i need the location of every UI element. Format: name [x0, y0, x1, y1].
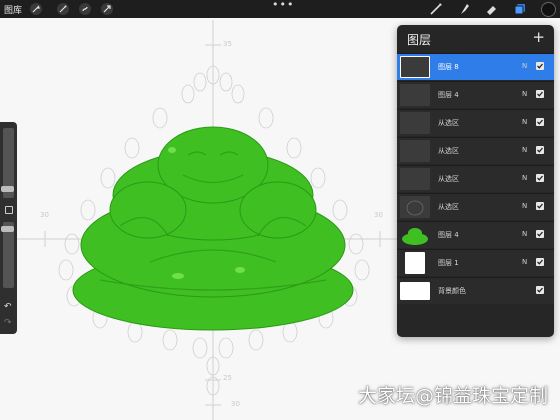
layer-thumbnail: [400, 196, 430, 218]
magic-wand-icon[interactable]: [57, 3, 69, 15]
layer-name: 从选区: [438, 147, 459, 155]
guide-label-left: 30: [40, 211, 49, 219]
gallery-button[interactable]: 图库: [4, 3, 22, 16]
layer-thumbnail: [400, 224, 430, 246]
blend-mode-button[interactable]: N: [522, 258, 527, 266]
layer-row[interactable]: 从选区 N: [397, 193, 554, 220]
layer-row[interactable]: 从选区 N: [397, 165, 554, 192]
blend-mode-button[interactable]: N: [522, 202, 527, 210]
visibility-checkbox[interactable]: [536, 118, 544, 126]
layers-panel-title: 图层: [407, 33, 432, 47]
layer-name: 图层 4: [438, 231, 459, 239]
visibility-checkbox[interactable]: [536, 230, 544, 238]
visibility-checkbox[interactable]: [536, 202, 544, 210]
layer-thumbnail: [400, 168, 430, 190]
blend-mode-button[interactable]: N: [522, 118, 527, 126]
watermark: 大家坛@锦益珠宝定制: [357, 385, 548, 407]
layer-row[interactable]: 图层 4 N: [397, 221, 554, 248]
brush-icon[interactable]: [428, 1, 444, 17]
layer-name: 图层 1: [438, 259, 459, 267]
left-sidebar: ↶ ↷: [0, 122, 17, 334]
layer-name: 从选区: [438, 175, 459, 183]
guide-label-right: 30: [374, 211, 383, 219]
layer-thumbnail: [400, 84, 430, 106]
blend-mode-button[interactable]: N: [522, 230, 527, 238]
undo-button[interactable]: ↶: [4, 302, 12, 312]
blend-mode-button[interactable]: N: [522, 146, 527, 154]
layer-name: 从选区: [438, 119, 459, 127]
layer-thumbnail: [400, 112, 430, 134]
visibility-checkbox[interactable]: [536, 174, 544, 182]
blend-mode-button[interactable]: N: [522, 174, 527, 182]
guide-label-top: 35: [223, 40, 232, 48]
opacity-slider[interactable]: [1, 222, 14, 288]
top-toolbar: 图库 •••: [0, 0, 560, 18]
layer-name: 图层 4: [438, 91, 459, 99]
layer-row[interactable]: 从选区 N: [397, 137, 554, 164]
smudge-icon[interactable]: [456, 1, 472, 17]
opacity-thumb[interactable]: [1, 226, 14, 232]
guide-label-bottom: 30: [231, 400, 240, 408]
modify-button[interactable]: [5, 206, 13, 214]
wrench-icon[interactable]: [30, 3, 42, 15]
more-menu-button[interactable]: •••: [272, 0, 294, 11]
color-picker-button[interactable]: [541, 2, 556, 17]
blend-mode-button[interactable]: N: [522, 62, 527, 70]
background-color-row[interactable]: 背景颜色: [397, 277, 554, 304]
layer-name: 图层 8: [438, 63, 459, 71]
layers-panel: 图层 + 图层 8 N 图层 4 N 从选区 N 从选区 N 从选区 N 从选区…: [397, 25, 554, 337]
visibility-checkbox[interactable]: [536, 258, 544, 266]
guide-label-bottom-inner: 25: [223, 374, 232, 382]
redo-button[interactable]: ↷: [4, 318, 12, 328]
layer-name: 背景颜色: [438, 287, 466, 295]
layer-row[interactable]: 从选区 N: [397, 109, 554, 136]
transform-icon[interactable]: [101, 3, 113, 15]
selection-icon[interactable]: [79, 3, 91, 15]
layer-name: 从选区: [438, 203, 459, 211]
layer-thumbnail: [400, 140, 430, 162]
add-layer-button[interactable]: +: [532, 28, 545, 46]
visibility-checkbox[interactable]: [536, 286, 544, 294]
brush-size-slider[interactable]: [1, 128, 14, 198]
brush-size-thumb[interactable]: [1, 186, 14, 192]
layers-icon[interactable]: [512, 1, 528, 17]
visibility-checkbox[interactable]: [536, 90, 544, 98]
layer-row[interactable]: 图层 8 N: [397, 53, 554, 80]
blend-mode-button[interactable]: N: [522, 90, 527, 98]
layer-row[interactable]: 图层 1 N: [397, 249, 554, 276]
layer-row[interactable]: 图层 4 N: [397, 81, 554, 108]
background-color-swatch: [400, 282, 430, 300]
eraser-icon[interactable]: [484, 1, 500, 17]
visibility-checkbox[interactable]: [536, 146, 544, 154]
visibility-checkbox[interactable]: [536, 62, 544, 70]
layer-thumbnail: [400, 56, 430, 78]
layer-thumbnail: [405, 252, 425, 274]
